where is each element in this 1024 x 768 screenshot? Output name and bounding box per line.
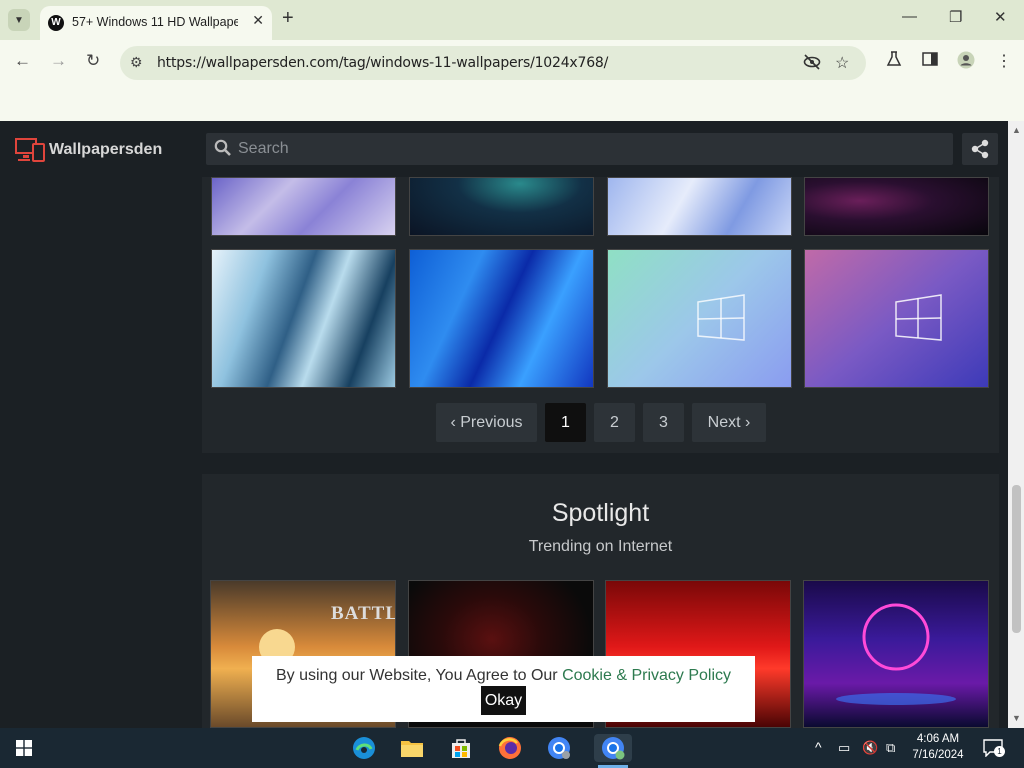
spotlight-title: Spotlight [551, 499, 650, 527]
firefox-icon[interactable] [496, 734, 524, 762]
site-header: Wallpapersden [0, 121, 1008, 177]
search-box[interactable] [206, 133, 953, 165]
browser-tab-active[interactable]: W 57+ Windows 11 HD Wallpapers ✕ [40, 6, 272, 40]
wallpaper-gallery: ‹ Previous 1 2 3 Next › [202, 177, 999, 453]
search-icon[interactable] [214, 139, 232, 157]
network-icon[interactable]: ▭ [838, 740, 850, 756]
labs-flask-icon[interactable] [886, 51, 902, 72]
microsoft-store-icon[interactable] [447, 734, 475, 762]
more-menu-icon[interactable]: ⋮ [996, 51, 1012, 71]
share-button[interactable] [962, 133, 998, 165]
wallpaper-thumbnail[interactable] [804, 249, 989, 388]
pagination-next-button[interactable]: Next › [692, 403, 766, 442]
forward-arrow-icon[interactable]: → [50, 51, 67, 71]
cookie-policy-link[interactable]: Cookie & Privacy Policy [562, 667, 731, 684]
wallpaper-thumbnail[interactable] [804, 177, 989, 236]
wallpaper-thumbnail[interactable] [607, 177, 792, 236]
taskbar-clock-date[interactable]: 7/16/2024 [908, 749, 968, 761]
side-panel-icon[interactable] [922, 51, 938, 72]
volume-muted-icon[interactable]: 🔇 [862, 740, 878, 756]
spotlight-subtitle: Trending on Internet [528, 538, 673, 555]
tray-overflow-chevron-icon[interactable]: ^ [815, 739, 822, 755]
browser-tab-bar: ▼ W 57+ Windows 11 HD Wallpapers ✕ + — ❐… [0, 0, 1024, 40]
file-explorer-icon[interactable] [398, 734, 426, 762]
site-favicon-icon: W [48, 15, 64, 31]
close-window-icon[interactable]: ✕ [994, 8, 1007, 26]
scrollbar-thumb[interactable] [1012, 485, 1021, 633]
edge-browser-icon[interactable] [350, 734, 378, 762]
browser-infobar-area [0, 86, 1024, 121]
wallpaper-thumbnail[interactable] [409, 177, 594, 236]
wallpaper-thumbnail[interactable] [607, 249, 792, 388]
pagination-page-2[interactable]: 2 [594, 403, 635, 442]
site-info-icon[interactable]: ⚙ [130, 54, 143, 71]
pagination-previous-button[interactable]: ‹ Previous [436, 403, 537, 442]
wallpaper-thumbnail[interactable] [409, 249, 594, 388]
battlegrounds-logo-text: BATTLEGR [331, 603, 395, 624]
spotlight-thumbnail[interactable] [803, 580, 989, 728]
bookmark-star-icon[interactable]: ☆ [835, 53, 849, 73]
wallpaper-thumbnail[interactable] [211, 177, 396, 236]
cookie-okay-button[interactable]: Okay [481, 686, 526, 715]
windows-logo-icon [697, 294, 745, 341]
reload-icon[interactable]: ↻ [86, 51, 100, 71]
eye-off-icon[interactable] [803, 53, 821, 76]
browser-toolbar: ← → ↻ ⚙ https://wallpapersden.com/tag/wi… [0, 40, 1024, 86]
back-arrow-icon[interactable]: ← [14, 51, 31, 71]
display-icon[interactable]: ⧉ [886, 740, 895, 756]
page-scrollbar[interactable]: ▲ ▼ [1008, 121, 1024, 728]
search-input[interactable] [238, 139, 928, 159]
notification-center-icon[interactable]: 1 [983, 739, 1005, 758]
windows-taskbar: ^ ▭ 🔇 ⧉ 4:06 AM 7/16/2024 1 [0, 728, 1024, 768]
pagination-page-3[interactable]: 3 [643, 403, 684, 442]
windows-logo-icon [895, 294, 942, 341]
windows-start-icon[interactable] [16, 740, 32, 756]
tab-search-button[interactable]: ▼ [8, 9, 30, 31]
wallpaper-thumbnail[interactable] [211, 249, 396, 388]
url-text[interactable]: https://wallpapersden.com/tag/windows-11… [157, 55, 608, 71]
address-bar[interactable]: ⚙ https://wallpapersden.com/tag/windows-… [120, 46, 866, 80]
chrome-active-icon[interactable] [594, 734, 632, 762]
profile-avatar-icon[interactable] [957, 51, 975, 74]
site-logo-text[interactable]: Wallpapersden [49, 141, 162, 159]
minimize-icon[interactable]: — [902, 8, 917, 25]
cookie-consent-text: By using our Website, You Agree to Our C… [252, 667, 755, 685]
neon-ring-shape [836, 603, 956, 705]
taskbar-clock-time[interactable]: 4:06 AM [908, 733, 968, 745]
share-icon [971, 139, 989, 159]
cookie-consent-banner: By using our Website, You Agree to Our C… [252, 656, 755, 722]
notification-count-badge: 1 [994, 746, 1005, 757]
scroll-up-arrow-icon[interactable]: ▲ [1012, 125, 1021, 135]
new-tab-button[interactable]: + [282, 7, 294, 30]
site-logo-icon[interactable] [15, 137, 45, 163]
restore-icon[interactable]: ❐ [949, 8, 962, 26]
website-viewport: Wallpapersden Search ‹ Previous 1 2 3 Ne… [0, 121, 1008, 728]
close-tab-icon[interactable]: ✕ [252, 12, 264, 29]
tab-title: 57+ Windows 11 HD Wallpapers [72, 15, 238, 29]
pagination-page-1[interactable]: 1 [545, 403, 586, 442]
scroll-down-arrow-icon[interactable]: ▼ [1012, 713, 1021, 723]
cookie-consent-message: By using our Website, You Agree to Our [275, 667, 563, 684]
chrome-icon[interactable] [545, 734, 573, 762]
